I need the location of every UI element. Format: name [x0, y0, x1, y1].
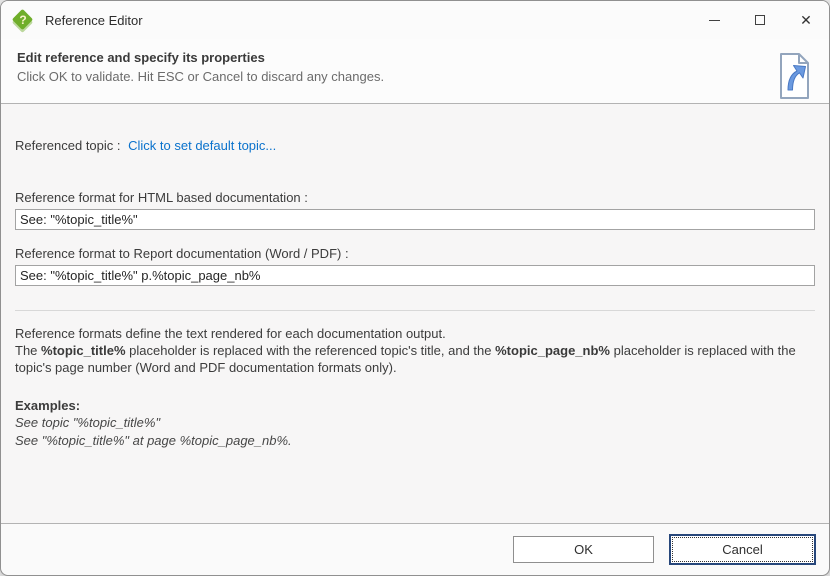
maximize-button[interactable] [737, 1, 783, 39]
description-line1: Reference formats define the text render… [15, 326, 446, 341]
header-text: Edit reference and specify its propertie… [17, 50, 384, 103]
minimize-button[interactable] [691, 1, 737, 39]
topic-title-placeholder: %topic_title% [41, 343, 126, 358]
example-line-2: See "%topic_title%" at page %topic_page_… [15, 432, 815, 450]
section-divider [15, 310, 815, 311]
help-diamond-icon: ? [12, 9, 34, 31]
dialog-footer: OK Cancel [1, 523, 829, 575]
header-subtitle: Click OK to validate. Hit ESC or Cancel … [17, 69, 384, 84]
dialog-header: Edit reference and specify its propertie… [1, 39, 829, 104]
reference-editor-dialog: ? Reference Editor ✕ Edit reference and … [0, 0, 830, 576]
report-format-input[interactable] [15, 265, 815, 286]
reference-document-icon [775, 52, 813, 100]
minimize-icon [709, 20, 720, 21]
close-button[interactable]: ✕ [783, 1, 829, 39]
referenced-topic-label: Referenced topic : [15, 138, 121, 153]
html-format-label: Reference format for HTML based document… [15, 190, 815, 205]
topic-page-nb-placeholder: %topic_page_nb% [495, 343, 610, 358]
examples-heading: Examples: [15, 397, 815, 414]
ok-button[interactable]: OK [513, 536, 654, 563]
referenced-topic-row: Referenced topic : Click to set default … [15, 138, 815, 153]
format-description: Reference formats define the text render… [15, 325, 815, 376]
header-title: Edit reference and specify its propertie… [17, 50, 384, 65]
example-line-1: See topic "%topic_title%" [15, 414, 815, 432]
set-default-topic-link[interactable]: Click to set default topic... [128, 138, 276, 153]
window-title: Reference Editor [45, 13, 143, 28]
maximize-icon [755, 15, 765, 25]
titlebar: ? Reference Editor ✕ [1, 1, 829, 39]
cancel-button[interactable]: Cancel [669, 534, 816, 565]
report-format-label: Reference format to Report documentation… [15, 246, 815, 261]
window-controls: ✕ [691, 1, 829, 39]
close-icon: ✕ [800, 13, 812, 27]
dialog-body: Referenced topic : Click to set default … [1, 138, 829, 449]
html-format-input[interactable] [15, 209, 815, 230]
